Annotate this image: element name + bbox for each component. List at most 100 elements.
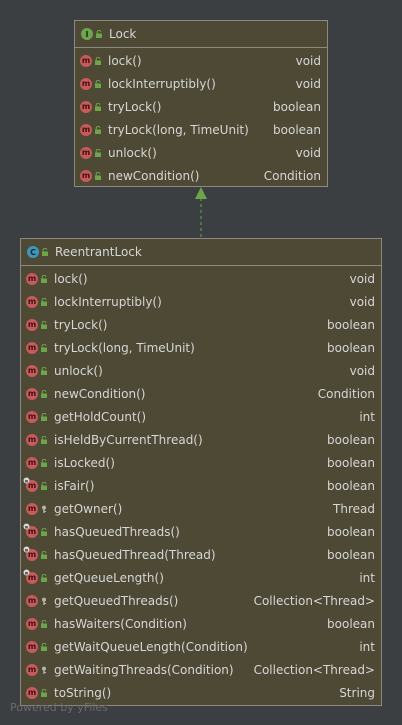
method-row[interactable]: m newCondition() Condition — [21, 382, 381, 405]
method-row[interactable]: m getQueuedThreads() Collection<Thread> — [21, 589, 381, 612]
unlocked-padlock-icon — [40, 642, 48, 651]
method-name: tryLock(long, TimeUnit) — [108, 122, 249, 137]
method-return-type: boolean — [327, 432, 375, 447]
method-row[interactable]: m tryLock() boolean — [75, 95, 327, 118]
method-icon: m — [23, 546, 38, 561]
method-icon: m — [80, 100, 92, 113]
method-row[interactable]: m lock() void — [75, 49, 327, 72]
method-row[interactable]: m unlock() void — [21, 359, 381, 382]
unlocked-padlock-icon — [94, 148, 102, 157]
reentrantlock-class-title: ReentrantLock — [55, 245, 142, 259]
unlocked-padlock-icon — [94, 56, 102, 65]
method-return-type: boolean — [327, 478, 375, 493]
method-row[interactable]: m newCondition() Condition — [75, 164, 327, 187]
lock-interface-node[interactable]: I Lock m lock() void m lockInterruptibly() vo… — [74, 20, 328, 187]
final-modifier-icon — [23, 477, 30, 484]
method-row[interactable]: m lock() void — [21, 267, 381, 290]
unlocked-padlock-icon — [40, 527, 48, 536]
method-row[interactable]: m hasQueuedThread(Thread) boolean — [21, 543, 381, 566]
method-return-type: void — [349, 294, 375, 309]
class-icon: C — [27, 246, 39, 258]
method-icon: m — [26, 318, 38, 331]
lock-interface-method-list: m lock() void m lockInterruptibly() void m tryL… — [75, 48, 327, 187]
unlocked-padlock-icon — [94, 79, 102, 88]
reentrantlock-method-list: m lock() void m lockInterruptibly() void m tryL… — [21, 266, 381, 704]
unlocked-padlock-icon — [40, 435, 48, 444]
powered-by-footer: Powered by yFiles — [10, 701, 108, 714]
method-name: newCondition() — [108, 168, 200, 183]
method-name: unlock() — [54, 363, 103, 378]
method-name: hasQueuedThreads() — [54, 524, 180, 539]
unlocked-padlock-icon — [40, 297, 48, 306]
method-row[interactable]: m getOwner() Thread — [21, 497, 381, 520]
method-return-type: void — [295, 53, 321, 68]
method-return-type: boolean — [327, 340, 375, 355]
implements-edge-arrowhead — [195, 187, 207, 199]
method-name: lockInterruptibly() — [54, 294, 162, 309]
method-return-type: Condition — [317, 386, 375, 401]
method-row[interactable]: m lockInterruptibly() void — [75, 72, 327, 95]
method-return-type: void — [295, 145, 321, 160]
method-icon: m — [26, 433, 38, 446]
unlocked-padlock-icon — [40, 320, 48, 329]
method-row[interactable]: m unlock() void — [75, 141, 327, 164]
method-icon: m — [26, 502, 38, 515]
method-row[interactable]: m getWaitingThreads(Condition) Collection<… — [21, 658, 381, 681]
method-row[interactable]: m getWaitQueueLength(Condition) int — [21, 635, 381, 658]
method-name: getOwner() — [54, 501, 123, 516]
method-return-type: boolean — [327, 547, 375, 562]
method-icon: m — [80, 77, 92, 90]
method-icon: m — [26, 272, 38, 285]
method-icon: m — [26, 663, 38, 676]
method-name: unlock() — [108, 145, 157, 160]
method-return-type: boolean — [273, 122, 321, 137]
unlocked-padlock-icon — [40, 688, 48, 697]
method-return-type: int — [359, 570, 375, 585]
method-row[interactable]: m getQueueLength() int — [21, 566, 381, 589]
unlocked-padlock-icon — [40, 389, 48, 398]
method-name: isLocked() — [54, 455, 115, 470]
method-return-type: String — [339, 685, 375, 700]
method-row[interactable]: m hasWaiters(Condition) boolean — [21, 612, 381, 635]
method-name: hasWaiters(Condition) — [54, 616, 187, 631]
method-return-type: boolean — [273, 99, 321, 114]
method-return-type: boolean — [327, 317, 375, 332]
method-row[interactable]: m hasQueuedThreads() boolean — [21, 520, 381, 543]
method-name: tryLock(long, TimeUnit) — [54, 340, 195, 355]
unlocked-padlock-icon — [40, 573, 48, 582]
method-row[interactable]: m lockInterruptibly() void — [21, 290, 381, 313]
reentrantlock-class-node[interactable]: C ReentrantLock m lock() void m lockInterrup… — [20, 238, 382, 706]
method-icon: m — [26, 410, 38, 423]
implements-edge — [195, 187, 207, 239]
method-return-type: boolean — [327, 455, 375, 470]
method-row[interactable]: m tryLock(long, TimeUnit) boolean — [21, 336, 381, 359]
method-name: getHoldCount() — [54, 409, 147, 424]
method-name: tryLock() — [54, 317, 108, 332]
method-name: lock() — [108, 53, 142, 68]
method-row[interactable]: m isFair() boolean — [21, 474, 381, 497]
method-icon: m — [26, 686, 38, 699]
method-row[interactable]: m isHeldByCurrentThread() boolean — [21, 428, 381, 451]
method-icon: m — [23, 523, 38, 538]
method-icon: m — [26, 341, 38, 354]
method-return-type: void — [295, 76, 321, 91]
unlocked-padlock-icon — [40, 343, 48, 352]
method-icon: m — [26, 456, 38, 469]
method-row[interactable]: m isLocked() boolean — [21, 451, 381, 474]
method-row[interactable]: m tryLock() boolean — [21, 313, 381, 336]
method-row[interactable]: m getHoldCount() int — [21, 405, 381, 428]
unlocked-padlock-icon — [40, 366, 48, 375]
method-name: getWaitingThreads(Condition) — [54, 662, 234, 677]
method-name: getWaitQueueLength(Condition) — [54, 639, 248, 654]
method-icon: m — [80, 54, 92, 67]
method-icon: m — [23, 477, 38, 492]
key-icon — [40, 505, 48, 513]
method-return-type: boolean — [327, 616, 375, 631]
method-icon: m — [80, 169, 92, 182]
method-row[interactable]: m tryLock(long, TimeUnit) boolean — [75, 118, 327, 141]
method-return-type: Condition — [263, 168, 321, 183]
method-name: hasQueuedThread(Thread) — [54, 547, 216, 562]
method-return-type: Collection<Thread> — [253, 593, 375, 608]
method-name: newCondition() — [54, 386, 146, 401]
method-icon: m — [26, 594, 38, 607]
